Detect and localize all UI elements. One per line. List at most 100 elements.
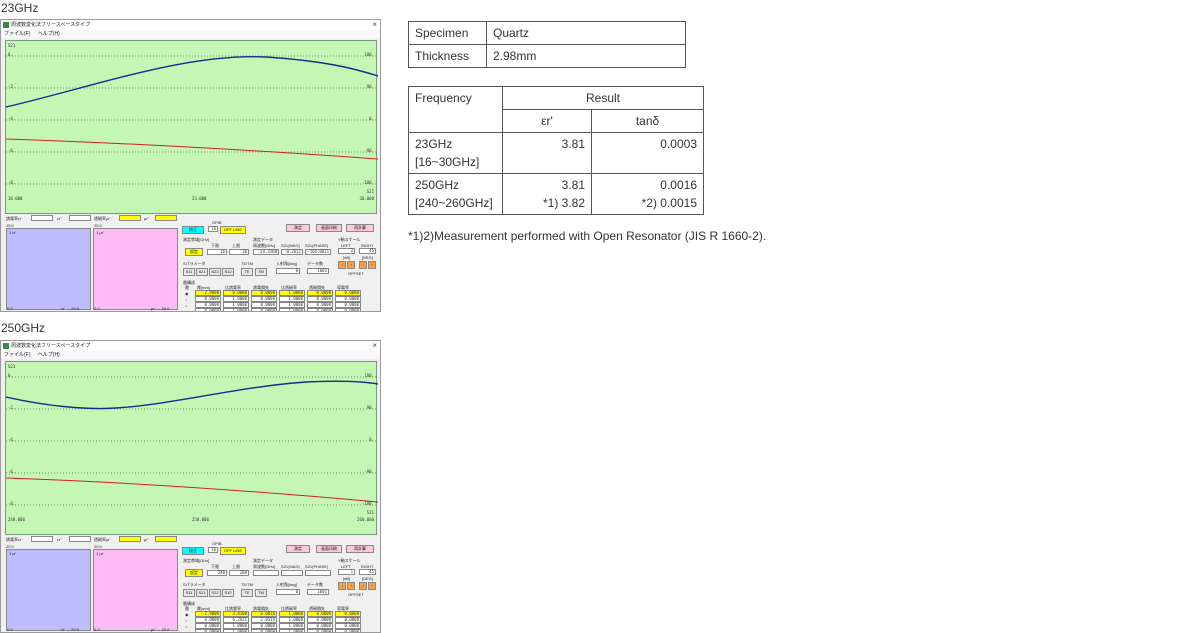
close-icon[interactable]: × <box>372 20 377 30</box>
offset-up-left-button[interactable]: ↓ <box>338 582 346 590</box>
offset-down-left-button[interactable]: ↑ <box>347 261 355 269</box>
layer-cell[interactable]: 0.0000 <box>195 629 221 632</box>
upper-field[interactable]: 260 <box>229 570 249 576</box>
menu-file[interactable]: ファイル(F) <box>4 31 30 37</box>
npts-select[interactable]: 1601 <box>307 589 329 595</box>
layer-cell[interactable]: 0.0000 <box>307 308 333 311</box>
tm-button[interactable]: TM <box>255 589 267 597</box>
phase-value-field[interactable]: -166.8821 <box>305 249 331 255</box>
freq-range: [240~260GHz] <box>415 196 493 210</box>
offline-button[interactable]: OFF LINE <box>220 547 246 555</box>
mu-imag-field[interactable] <box>155 215 177 221</box>
mu-real-field[interactable] <box>119 536 141 542</box>
screen-print-button[interactable]: 画面印刷 <box>316 224 342 232</box>
s22-button[interactable]: S22 <box>209 268 221 276</box>
menu-help[interactable]: ヘルプ(H) <box>38 31 60 37</box>
set-button[interactable]: 設定 <box>185 569 203 577</box>
scale-right-select[interactable]: 45 <box>359 248 376 254</box>
layer-cell[interactable]: 0.0000 <box>251 629 277 632</box>
angle-field[interactable]: 0 <box>276 268 300 274</box>
scale-right-select[interactable]: 45 <box>359 569 376 575</box>
phase-curve <box>6 138 378 160</box>
layer-cell[interactable]: 0.0000 <box>195 308 221 311</box>
layer-radio[interactable]: ○ <box>185 303 187 308</box>
layer-cell[interactable]: 1.0000 <box>279 629 305 632</box>
gpib-address-field[interactable]: 16 <box>208 226 218 232</box>
specimen-label: Specimen <box>408 21 487 45</box>
recalculate-button[interactable]: 再計算 <box>346 224 374 232</box>
graph-x-end: 260.000 <box>357 517 374 522</box>
offset-down-right-button[interactable]: ↑ <box>368 582 376 590</box>
scale-left-select[interactable]: 1 <box>338 569 355 575</box>
freq-value-field[interactable]: 24.3200 <box>253 249 279 255</box>
eps-real-field[interactable] <box>31 536 53 542</box>
recalculate-button[interactable]: 再計算 <box>346 545 374 553</box>
layer-radio[interactable]: ○ <box>185 624 187 629</box>
phase-value-field[interactable] <box>305 570 331 576</box>
close-icon[interactable]: × <box>372 341 377 351</box>
s11-button[interactable]: S11 <box>183 268 195 276</box>
te-button[interactable]: TE <box>241 589 253 597</box>
upper-field[interactable]: 30 <box>229 249 249 255</box>
mag-value-field[interactable] <box>281 570 303 576</box>
layer-cell[interactable]: 1.0000 <box>223 629 249 632</box>
scale-label: Y軸スケール <box>338 237 361 242</box>
s12-button[interactable]: S12 <box>222 268 234 276</box>
measure-button[interactable]: 測定 <box>286 224 310 232</box>
offline-button[interactable]: OFF LINE <box>220 226 246 234</box>
s21-button[interactable]: S21 <box>196 589 208 597</box>
scale-left-select[interactable]: 2 <box>338 248 355 254</box>
offset-up-right-button[interactable]: ↓ <box>359 261 367 269</box>
mu-real-field[interactable] <box>119 215 141 221</box>
calibrate-button[interactable]: 校正 <box>182 547 204 555</box>
layer-radio[interactable]: ○ <box>185 297 187 302</box>
table-row: Thickness 2.98mm <box>408 44 686 68</box>
eps-real-field[interactable] <box>31 215 53 221</box>
s11-button[interactable]: S11 <box>183 589 195 597</box>
npts-select[interactable]: 1601 <box>307 268 329 274</box>
gpib-address-field[interactable]: 16 <box>208 547 218 553</box>
graph-left-tick: -8. <box>8 180 16 185</box>
tm-button[interactable]: TM <box>255 268 267 276</box>
db-unit: [dB] <box>343 576 351 581</box>
thickness-value: 2.98mm <box>486 44 686 68</box>
table-row: 23GHz [16~30GHz] 3.81 0.0003 <box>408 132 704 174</box>
s12-button[interactable]: S12 <box>222 589 234 597</box>
layer-cell[interactable]: 1.0000 <box>223 308 249 311</box>
freq-value-field[interactable] <box>253 570 279 576</box>
mu-imag-field[interactable] <box>155 536 177 542</box>
offset-down-right-button[interactable]: ↑ <box>368 261 376 269</box>
eps-imag-field[interactable] <box>69 215 91 221</box>
layer-radio[interactable]: ◉ <box>185 291 189 296</box>
graph-left-tick: -8. <box>8 501 16 506</box>
control-panel: 誘電率εr' εr'' 透磁率μr' μr'' 15.0 20.0 1 εr' … <box>1 215 380 311</box>
menu-help[interactable]: ヘルプ(H) <box>38 352 60 358</box>
te-button[interactable]: TE <box>241 268 253 276</box>
lower-field[interactable]: 16 <box>207 249 227 255</box>
layer-cell[interactable]: 1.0000 <box>279 308 305 311</box>
layer-radio[interactable]: ○ <box>185 618 187 623</box>
offset-up-right-button[interactable]: ↓ <box>359 582 367 590</box>
menu-file[interactable]: ファイル(F) <box>4 352 30 358</box>
layer-radio[interactable]: ○ <box>185 309 187 311</box>
graph-right-tick: -180. <box>361 501 374 506</box>
offset-up-left-button[interactable]: ↓ <box>338 261 346 269</box>
lower-field[interactable]: 240 <box>207 570 227 576</box>
measure-button[interactable]: 測定 <box>286 545 310 553</box>
s21-button[interactable]: S21 <box>196 268 208 276</box>
layer-cell[interactable]: 0.0000 <box>335 629 361 632</box>
calibrate-button[interactable]: 校正 <box>182 226 204 234</box>
eps-imag-field[interactable] <box>69 536 91 542</box>
layer-radio[interactable]: ◉ <box>185 612 189 617</box>
layer-cell[interactable]: 0.0000 <box>251 308 277 311</box>
graph-x-mid: 250.000 <box>192 517 209 522</box>
screen-print-button[interactable]: 画面印刷 <box>316 545 342 553</box>
layer-cell[interactable]: 0.0000 <box>307 629 333 632</box>
layer-cell[interactable]: 0.0000 <box>335 308 361 311</box>
mu-axis-min: 0.0 <box>94 306 100 311</box>
offset-down-left-button[interactable]: ↑ <box>347 582 355 590</box>
s22-button[interactable]: S22 <box>209 589 221 597</box>
angle-field[interactable]: 0 <box>276 589 300 595</box>
mag-value-field[interactable]: -0.2611 <box>281 249 303 255</box>
set-button[interactable]: 設定 <box>185 248 203 256</box>
